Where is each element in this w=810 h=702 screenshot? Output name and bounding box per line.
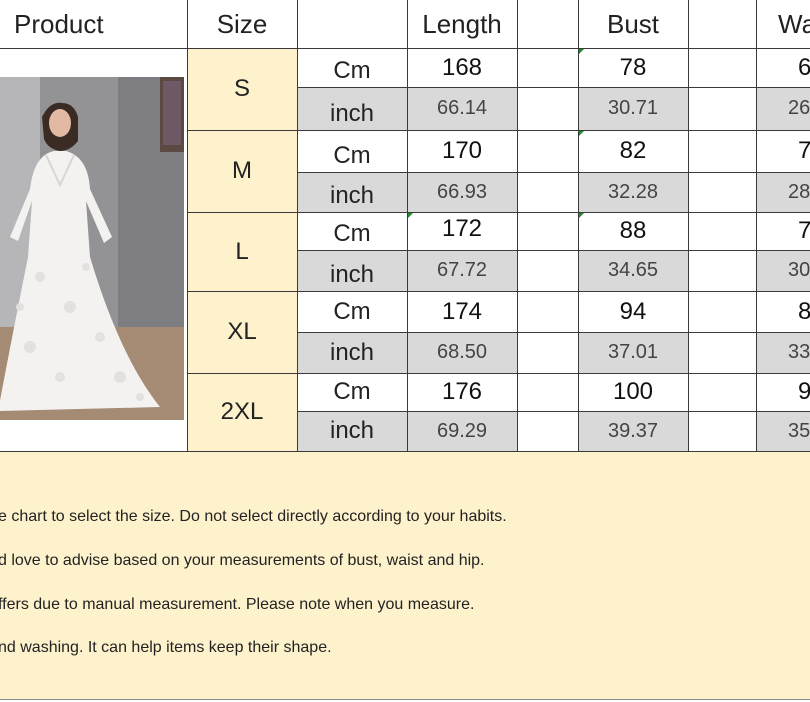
size-cell-s: S (187, 48, 297, 130)
2xl-length-inch: 69.29 (436, 419, 488, 442)
note-1: e chart to select the size. Do not selec… (0, 508, 507, 525)
xl-length-inch: 68.50 (436, 341, 488, 363)
size-cell-2xl: 2XL (187, 373, 297, 451)
s-length-cm: 168 (441, 53, 483, 81)
2xl-waist-cm: 9 (798, 378, 810, 405)
header-empty-2 (517, 0, 578, 48)
header-waist: Wa (778, 8, 810, 39)
unit-cm: Cm (333, 297, 371, 325)
xl-bust-inch: 37.01 (607, 341, 659, 363)
notes-panel (0, 452, 810, 699)
xl-waist-inch: 33 (788, 341, 810, 363)
header-bust: Bust (606, 8, 660, 39)
note-3: ffers due to manual measurement. Please … (0, 596, 475, 613)
xl-bust-cm: 94 (619, 297, 647, 325)
m-length-inch: 66.93 (436, 180, 488, 203)
2xl-bust-inch: 39.37 (607, 419, 659, 442)
xl-waist-cm: 8 (798, 297, 810, 325)
header-empty-3 (688, 0, 756, 48)
note-2: d love to advise based on your measureme… (0, 552, 485, 569)
l-bust-cm: 88 (619, 217, 647, 244)
2xl-length-cm: 176 (441, 378, 483, 405)
size-cell-m: M (187, 130, 297, 212)
m-bust-inch: 32.28 (607, 180, 659, 203)
header-product: Product (14, 8, 104, 39)
xl-length-cm: 174 (441, 297, 483, 325)
s-waist-inch: 26 (788, 97, 810, 119)
2xl-bust-cm: 100 (612, 378, 654, 405)
l-length-inch: 67.72 (436, 259, 488, 281)
m-length-cm: 170 (441, 137, 483, 164)
unit-cm: Cm (333, 220, 371, 247)
s-bust-inch: 30.71 (607, 97, 659, 119)
l-waist-inch: 30 (788, 259, 810, 281)
header-empty (297, 0, 407, 48)
size-cell-l: L (187, 212, 297, 291)
s-waist-cm: 6 (798, 53, 810, 81)
m-bust-cm: 82 (619, 137, 647, 164)
unit-cm: Cm (333, 141, 371, 169)
2xl-waist-inch: 35 (788, 419, 810, 442)
size-cell-xl: XL (187, 291, 297, 373)
note-4: nd washing. It can help items keep their… (0, 639, 332, 656)
unit-cm: Cm (333, 378, 371, 405)
header-size: Size (216, 8, 268, 39)
l-length-cm: 172 (441, 215, 483, 242)
product-photo (0, 77, 184, 420)
l-waist-cm: 7 (798, 217, 810, 244)
unit-inch: inch (329, 261, 375, 288)
m-waist-inch: 28 (788, 180, 810, 203)
unit-inch: inch (329, 99, 375, 127)
s-length-inch: 66.14 (436, 97, 488, 119)
unit-cm: Cm (333, 56, 371, 84)
unit-inch: inch (329, 417, 375, 444)
unit-inch: inch (329, 338, 375, 366)
header-length: Length (422, 8, 502, 39)
m-waist-cm: 7 (798, 137, 810, 164)
s-bust-cm: 78 (619, 53, 647, 81)
unit-inch: inch (329, 182, 375, 209)
l-bust-inch: 34.65 (607, 259, 659, 281)
